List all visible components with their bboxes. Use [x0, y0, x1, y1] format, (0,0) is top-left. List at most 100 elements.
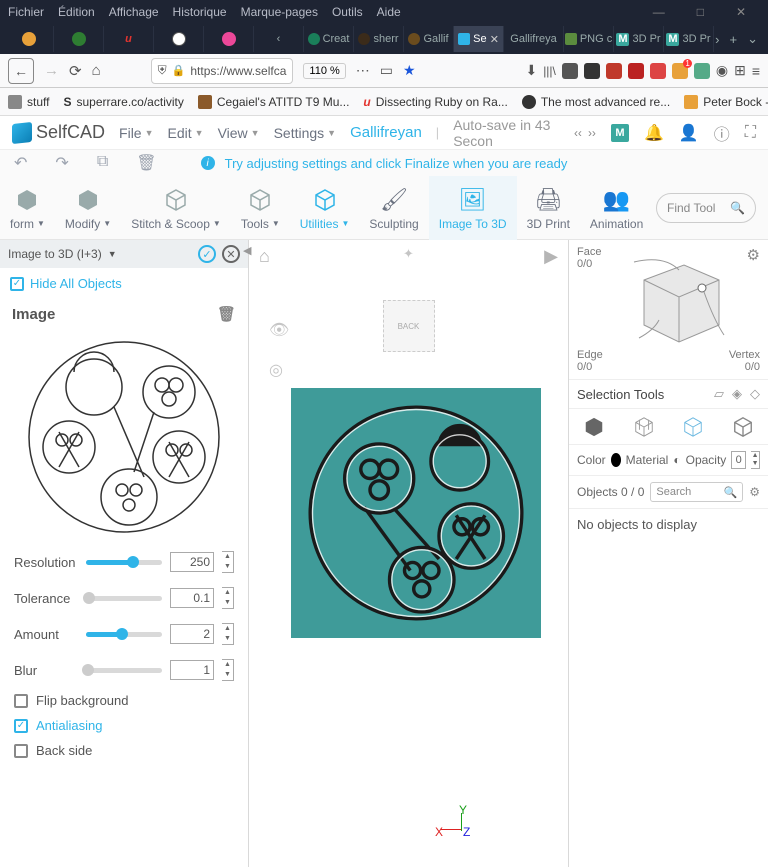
zoom-indicator[interactable]: 110 %	[303, 63, 345, 79]
info-icon[interactable]: ⓘ	[714, 121, 730, 145]
tool-utilities[interactable]: Utilities▼	[290, 176, 360, 240]
ext-icon[interactable]	[694, 63, 710, 79]
browser-tab[interactable]: Gallif	[404, 26, 454, 52]
number-input[interactable]: 0.1	[170, 588, 214, 608]
window-maximize-icon[interactable]: □	[697, 5, 704, 19]
eye-icon[interactable]: 👁	[269, 320, 289, 340]
browser-tab[interactable]: Gallifreya	[504, 26, 564, 52]
ext-icon[interactable]	[650, 63, 666, 79]
browser-tab[interactable]: u	[104, 26, 154, 52]
user-icon[interactable]: 👤	[679, 123, 699, 143]
window-minimize-icon[interactable]: —	[653, 5, 665, 19]
view-cube[interactable]: BACK	[383, 300, 435, 352]
menu-marquepages[interactable]: Marque-pages	[241, 5, 318, 19]
browser-tab[interactable]: ‹	[254, 26, 304, 52]
copy-icon[interactable]: ⧉	[97, 153, 108, 173]
number-input[interactable]: 1	[170, 660, 214, 680]
bookmark-item[interactable]: The most advanced re...	[522, 95, 670, 109]
bookmark-star-icon[interactable]: ★	[403, 62, 416, 79]
find-tool-input[interactable]: Find Tool🔍	[656, 193, 756, 223]
gear-icon[interactable]: ⚙	[749, 485, 760, 499]
check-flip-bg[interactable]: Flip background	[14, 693, 234, 708]
menu-aide[interactable]: Aide	[377, 5, 401, 19]
bookmark-item[interactable]: uDissecting Ruby on Ra...	[363, 95, 507, 109]
menu-historique[interactable]: Historique	[173, 5, 227, 19]
menu-affichage[interactable]: Affichage	[109, 5, 159, 19]
tool-tools[interactable]: Tools▼	[231, 176, 290, 240]
sel-solid-icon[interactable]	[582, 415, 606, 439]
undo-icon[interactable]: ↶	[14, 153, 27, 173]
browser-tab[interactable]: M 3D Pr	[614, 26, 664, 52]
cancel-icon[interactable]: ✕	[222, 245, 240, 263]
material-icon[interactable]: ◐	[673, 453, 680, 467]
selection-cube-icon[interactable]	[624, 250, 734, 350]
addons-icon[interactable]: ⊞	[734, 62, 746, 79]
target-icon[interactable]: ◎	[269, 360, 289, 380]
trash-icon[interactable]: 🗑	[136, 153, 156, 173]
bookmark-item[interactable]: Ssuperrare.co/activity	[63, 95, 183, 109]
check-antialiasing[interactable]: ✓Antialiasing	[14, 718, 234, 733]
menu-outils[interactable]: Outils	[332, 5, 363, 19]
slider[interactable]	[86, 668, 162, 673]
sel-trans-icon[interactable]	[681, 415, 705, 439]
app-logo[interactable]: SelfCAD	[12, 122, 105, 143]
menu-fichier[interactable]: Fichier	[8, 5, 44, 19]
bookmark-item[interactable]: stuff	[8, 95, 49, 109]
tabs-scroll-right-icon[interactable]: ›	[715, 32, 719, 47]
more-icon[interactable]: ⋯	[356, 62, 370, 79]
ext-icon[interactable]	[584, 63, 600, 79]
ext-icon[interactable]	[562, 63, 578, 79]
home-view-icon[interactable]: ⌂	[259, 246, 270, 267]
compass-icon[interactable]: ✦	[403, 246, 414, 262]
slider[interactable]	[86, 596, 162, 601]
browser-tab[interactable]	[154, 26, 204, 52]
ext-icon[interactable]	[628, 63, 644, 79]
check-back-side[interactable]: Back side	[14, 743, 234, 758]
opacity-input[interactable]: 0	[731, 451, 746, 469]
tool-animation[interactable]: 👥Animation	[580, 176, 653, 240]
ext-icon[interactable]	[606, 63, 622, 79]
home-button[interactable]: ⌂	[92, 62, 101, 79]
menu-view[interactable]: View▼	[218, 125, 260, 141]
bell-icon[interactable]: 🔔	[644, 123, 664, 143]
browser-tab[interactable]: Creat	[304, 26, 354, 52]
delete-image-icon[interactable]: 🗑	[217, 305, 236, 323]
browser-tab[interactable]: sherr	[354, 26, 404, 52]
project-name[interactable]: Gallifreyan	[350, 124, 422, 141]
account-icon[interactable]: ◉	[716, 62, 728, 79]
browser-tab[interactable]	[4, 26, 54, 52]
viewport-3d[interactable]: ◀ ⌂ ▶ ✦ BACK 👁 ◎	[249, 240, 568, 867]
browser-tab[interactable]	[204, 26, 254, 52]
browser-tab[interactable]: M 3D Pr	[664, 26, 714, 52]
object-search-input[interactable]: Search🔍	[650, 482, 743, 502]
tabs-dropdown-icon[interactable]: ⌄	[747, 31, 758, 47]
tool-image-to-3d[interactable]: 🖼Image To 3D	[429, 176, 517, 240]
number-input[interactable]: 250	[170, 552, 214, 572]
url-field[interactable]: ⛨ 🔒 https://www.selfca	[151, 58, 294, 84]
apply-icon[interactable]: ✓	[198, 245, 216, 263]
bookmark-item[interactable]: Peter Bock - Cryptoart...	[684, 95, 768, 109]
sel-wire-icon[interactable]	[632, 415, 656, 439]
number-input[interactable]: 2	[170, 624, 214, 644]
tool-stitch[interactable]: Stitch & Scoop▼	[121, 176, 231, 240]
reader-icon[interactable]: ▭	[380, 62, 393, 79]
new-tab-icon[interactable]: +	[730, 32, 738, 47]
m-icon[interactable]: M	[611, 124, 629, 142]
browser-tab[interactable]: PNG c	[564, 26, 614, 52]
expand-view-icon[interactable]: ▶	[544, 246, 558, 267]
sel-tool-icon[interactable]: ▱	[714, 386, 724, 402]
gear-icon[interactable]: ⚙	[747, 246, 760, 264]
slider[interactable]	[86, 560, 162, 565]
menu-edition[interactable]: Édition	[58, 5, 95, 19]
window-close-icon[interactable]: ✕	[736, 5, 746, 19]
browser-tab-active[interactable]: Se ✕	[454, 26, 504, 52]
hamburger-icon[interactable]: ≡	[752, 63, 760, 79]
menu-settings[interactable]: Settings▼	[274, 125, 337, 141]
redo-icon[interactable]: ↷	[55, 153, 68, 173]
tool-3d-print[interactable]: 🖨3D Print	[517, 176, 580, 240]
color-swatch[interactable]	[611, 453, 621, 467]
tool-sculpting[interactable]: 🖌Sculpting	[359, 176, 428, 240]
panel-collapse-icon[interactable]: ◀	[243, 240, 249, 867]
bookmark-item[interactable]: Cegaiel's ATITD T9 Mu...	[198, 95, 350, 109]
download-icon[interactable]: ⬇	[525, 62, 537, 79]
